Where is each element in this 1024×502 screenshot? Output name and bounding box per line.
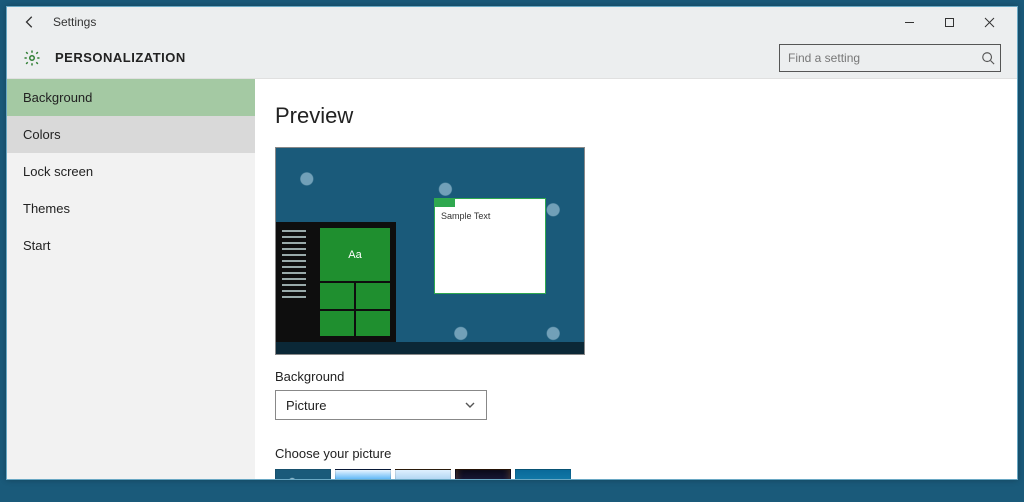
sidebar-item-label: Background bbox=[23, 90, 92, 105]
picture-thumb-5[interactable] bbox=[515, 469, 571, 479]
back-button[interactable] bbox=[15, 7, 45, 37]
sidebar-item-colors[interactable]: Colors bbox=[7, 116, 255, 153]
preview-tile-text: Aa bbox=[348, 249, 361, 261]
preview-sample-window: Sample Text bbox=[434, 198, 546, 294]
sidebar: Background Colors Lock screen Themes Sta… bbox=[7, 79, 255, 479]
close-button[interactable] bbox=[969, 7, 1009, 37]
window-controls bbox=[889, 7, 1009, 37]
body: Background Colors Lock screen Themes Sta… bbox=[7, 79, 1017, 479]
content-pane: Preview Aa bbox=[255, 79, 1017, 479]
picture-thumb-3[interactable] bbox=[395, 469, 451, 479]
preview-sample-window-accent bbox=[435, 199, 455, 207]
select-value: Picture bbox=[286, 398, 326, 413]
sidebar-item-themes[interactable]: Themes bbox=[7, 190, 255, 227]
picture-thumb-2[interactable] bbox=[335, 469, 391, 479]
background-field-label: Background bbox=[275, 369, 997, 384]
maximize-icon bbox=[944, 17, 955, 28]
window-title: Settings bbox=[53, 15, 96, 29]
close-icon bbox=[984, 17, 995, 28]
sidebar-item-start[interactable]: Start bbox=[7, 227, 255, 264]
minimize-icon bbox=[904, 17, 915, 28]
sidebar-item-label: Colors bbox=[23, 127, 61, 142]
chevron-down-icon bbox=[464, 399, 476, 411]
header-row: PERSONALIZATION bbox=[7, 37, 1017, 79]
maximize-button[interactable] bbox=[929, 7, 969, 37]
preview-tile-sample: Aa bbox=[320, 228, 390, 281]
preview-start-menu: Aa bbox=[276, 222, 396, 342]
page-title: PERSONALIZATION bbox=[55, 50, 186, 65]
picture-thumbnails bbox=[275, 469, 997, 479]
preview-heading: Preview bbox=[275, 103, 997, 129]
minimize-button[interactable] bbox=[889, 7, 929, 37]
sidebar-item-label: Themes bbox=[23, 201, 70, 216]
gear-icon bbox=[23, 49, 41, 67]
search-wrap bbox=[779, 44, 1001, 72]
titlebar: Settings bbox=[7, 7, 1017, 37]
arrow-left-icon bbox=[23, 15, 37, 29]
choose-picture-label: Choose your picture bbox=[275, 446, 997, 461]
sidebar-item-label: Lock screen bbox=[23, 164, 93, 179]
preview-box: Aa Sample Text bbox=[275, 147, 585, 355]
settings-window: Settings PERSONALIZATION bbox=[6, 6, 1018, 480]
picture-thumb-1[interactable] bbox=[275, 469, 331, 479]
sidebar-item-background[interactable]: Background bbox=[7, 79, 255, 116]
preview-taskbar bbox=[276, 342, 584, 354]
background-type-select[interactable]: Picture bbox=[275, 390, 487, 420]
search-icon bbox=[981, 51, 995, 65]
search-input[interactable] bbox=[779, 44, 1001, 72]
picture-thumb-4[interactable] bbox=[455, 469, 511, 479]
sidebar-item-label: Start bbox=[23, 238, 50, 253]
preview-sample-window-title: Sample Text bbox=[435, 207, 545, 225]
sidebar-item-lock-screen[interactable]: Lock screen bbox=[7, 153, 255, 190]
